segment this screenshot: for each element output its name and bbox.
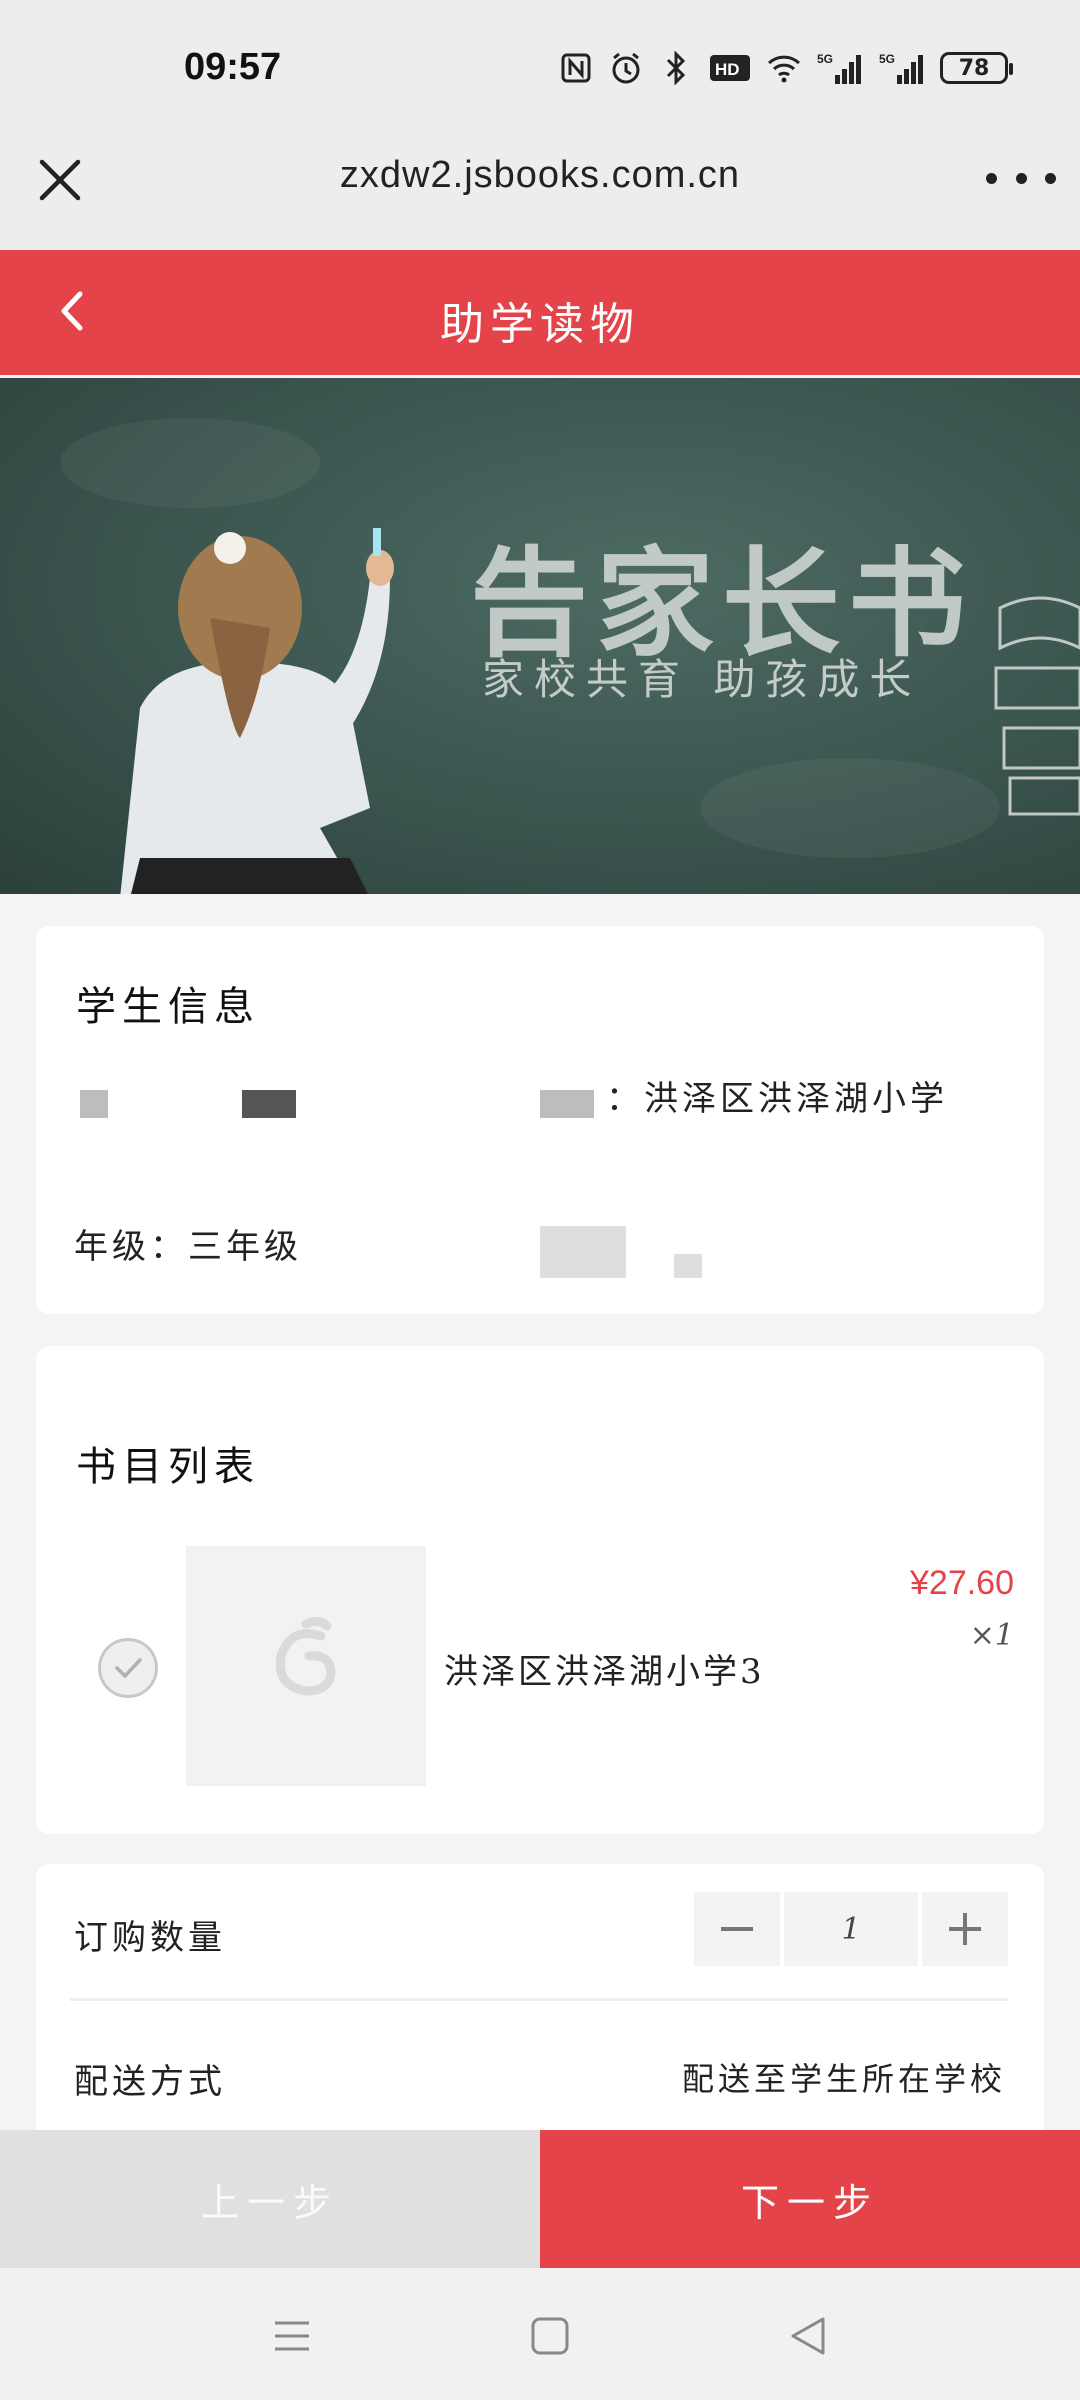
- book-list-title: 书目列表: [76, 1444, 260, 1490]
- student-info-card: 学生信息 ：洪泽区洪泽湖小学 年级：三年级: [36, 926, 1044, 1314]
- order-card: 订购数量 1 配送方式 配送至学生所在学校: [36, 1864, 1044, 2130]
- prev-step-button[interactable]: 上一步: [0, 2130, 540, 2268]
- student-info-title: 学生信息: [76, 984, 260, 1030]
- status-bar: 09:57 HD 5G 5G 78: [0, 0, 1080, 140]
- status-time: 09:57: [184, 46, 282, 88]
- banner-subtitle: 家校共育 助孩成长: [482, 655, 922, 704]
- redacted-text: [674, 1254, 702, 1278]
- minus-icon: [721, 1927, 753, 1931]
- quantity-stepper: 1: [694, 1892, 1008, 1966]
- delivery-value: 配送至学生所在学校: [681, 2060, 1006, 2098]
- girl-illustration: [120, 528, 394, 894]
- wifi-icon: [766, 50, 802, 86]
- action-bar: 上一步 下一步: [0, 2130, 1080, 2268]
- signal-5g-icon: 5G: [816, 50, 864, 86]
- delivery-label: 配送方式: [74, 2062, 226, 2102]
- signal-5g-icon: 5G: [878, 50, 926, 86]
- menu-icon[interactable]: [262, 2306, 322, 2366]
- book-name: 洪泽区洪泽湖小学3: [444, 1652, 765, 1692]
- page-title: 助学读物: [440, 299, 640, 350]
- next-step-button[interactable]: 下一步: [540, 2130, 1080, 2268]
- book-quantity: ×1: [969, 1618, 1014, 1653]
- redacted-text: [242, 1090, 296, 1118]
- divider: [70, 1998, 1008, 2001]
- more-options-icon[interactable]: [986, 158, 1056, 198]
- browser-bar: zxdw2.jsbooks.com.cn: [0, 140, 1080, 250]
- grade-field: 年级：三年级: [74, 1227, 302, 1267]
- battery-indicator: 78: [940, 52, 1013, 84]
- hd-icon: HD: [708, 50, 752, 86]
- book-select-checkbox[interactable]: [98, 1638, 158, 1698]
- book-cover-placeholder: [186, 1546, 426, 1786]
- status-icons: HD 5G 5G 78: [558, 50, 1013, 86]
- app-header: 助学读物: [0, 250, 1080, 375]
- plus-icon: [949, 1913, 981, 1945]
- quantity-label: 订购数量: [74, 1918, 226, 1958]
- increment-button[interactable]: [922, 1892, 1008, 1966]
- decrement-button[interactable]: [694, 1892, 780, 1966]
- quantity-input[interactable]: 1: [784, 1892, 918, 1966]
- url-text: zxdw2.jsbooks.com.cn: [339, 154, 741, 196]
- redacted-text: [540, 1090, 594, 1118]
- nfc-icon: [558, 50, 594, 86]
- redacted-text: [540, 1226, 626, 1278]
- books-sketch: [994, 596, 1080, 816]
- school-field: ：洪泽区洪泽湖小学: [606, 1079, 948, 1119]
- svg-text:HD: HD: [715, 60, 740, 79]
- book-price: ¥27.60: [910, 1564, 1014, 1602]
- system-nav-bar: [0, 2268, 1080, 2400]
- svg-text:5G: 5G: [879, 52, 895, 66]
- banner-image: 告家长书 家校共育 助孩成长: [0, 378, 1080, 894]
- placeholder-logo-icon: [275, 1616, 336, 1696]
- back-icon[interactable]: [778, 2306, 838, 2366]
- home-icon[interactable]: [520, 2306, 580, 2366]
- bluetooth-icon: [658, 50, 694, 86]
- svg-text:5G: 5G: [817, 52, 833, 66]
- alarm-icon: [608, 50, 644, 86]
- redacted-text: [80, 1090, 108, 1118]
- book-list-card: 书目列表 洪泽区洪泽湖小学3 ¥27.60 ×1: [36, 1346, 1044, 1834]
